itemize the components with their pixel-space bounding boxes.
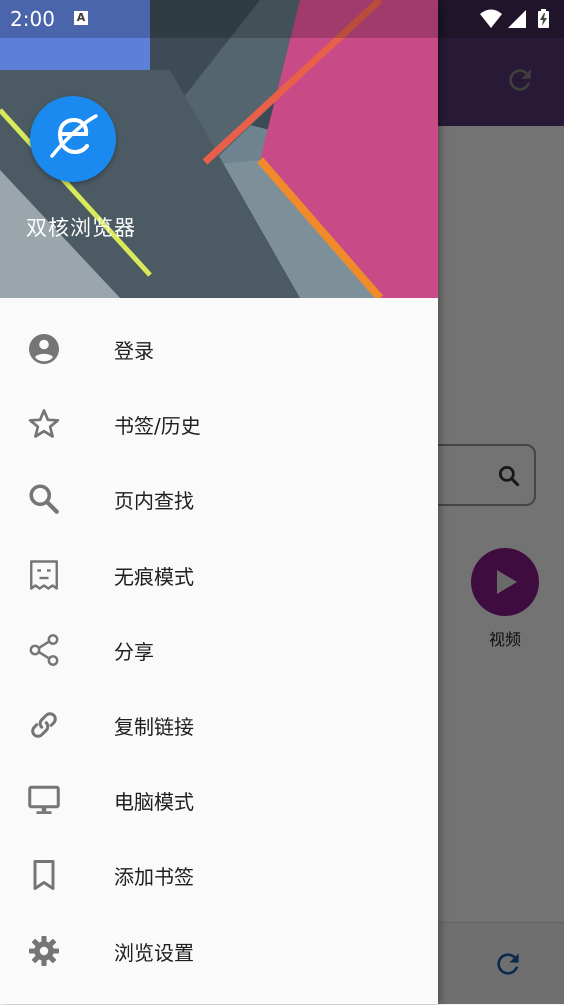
menu-item-label: 页内查找 (114, 489, 194, 514)
desktop-monitor-icon (28, 785, 60, 815)
menu-item-add-bookmark[interactable]: 添加书签 (0, 837, 438, 912)
menu-item-label: 书签/历史 (114, 414, 201, 439)
settings-gear-icon (29, 935, 59, 966)
account-circle-icon (29, 334, 59, 364)
wifi-icon (480, 9, 502, 28)
menu-item-label: 复制链接 (114, 714, 194, 739)
menu-item-label: 登录 (114, 339, 154, 363)
incognito-ticket-icon (30, 559, 58, 590)
app-logo (30, 96, 116, 182)
menu-item-share[interactable]: 分享 (0, 612, 438, 687)
share-icon (29, 633, 59, 666)
menu-item-label: 电脑模式 (114, 790, 194, 815)
menu-item-find-in-page[interactable]: 页内查找 (0, 461, 438, 536)
search-icon (29, 484, 59, 515)
menu-item-incognito[interactable]: 无痕模式 (0, 537, 438, 612)
status-time: 2:00 (10, 7, 55, 31)
menu-item-bookmarks-history[interactable]: 书签/历史 (0, 386, 438, 461)
menu-item-desktop-mode[interactable]: 电脑模式 (0, 762, 438, 837)
star-outline-icon (28, 409, 60, 438)
menu-item-browse-settings[interactable]: 浏览设置 (0, 913, 438, 988)
link-icon (31, 712, 57, 738)
status-icons (480, 9, 549, 28)
menu-item-label: 分享 (114, 639, 154, 664)
menu-item-label: 添加书签 (114, 865, 194, 890)
menu-item-label: 无痕模式 (114, 564, 194, 589)
notification-icon: A (74, 11, 88, 25)
navigation-drawer: 双核浏览器 登录 书签/历史 页内查找 无痕模式 分享 复制链接 电脑模式 添加… (0, 0, 438, 1004)
menu-item-copy-link[interactable]: 复制链接 (0, 687, 438, 762)
drawer-header: 双核浏览器 (0, 0, 438, 298)
cell-signal-icon (508, 10, 526, 28)
status-bar: 2:00 A (0, 0, 564, 38)
menu-item-label: 浏览设置 (114, 940, 194, 965)
drawer-menu: 登录 书签/历史 页内查找 无痕模式 分享 复制链接 电脑模式 添加书签 浏览设… (0, 311, 438, 988)
bookmark-outline-icon (33, 860, 55, 891)
battery-charging-icon (538, 9, 549, 28)
browser-e-logo-icon (50, 114, 98, 158)
app-name: 双核浏览器 (26, 216, 136, 240)
menu-item-login[interactable]: 登录 (0, 311, 438, 386)
